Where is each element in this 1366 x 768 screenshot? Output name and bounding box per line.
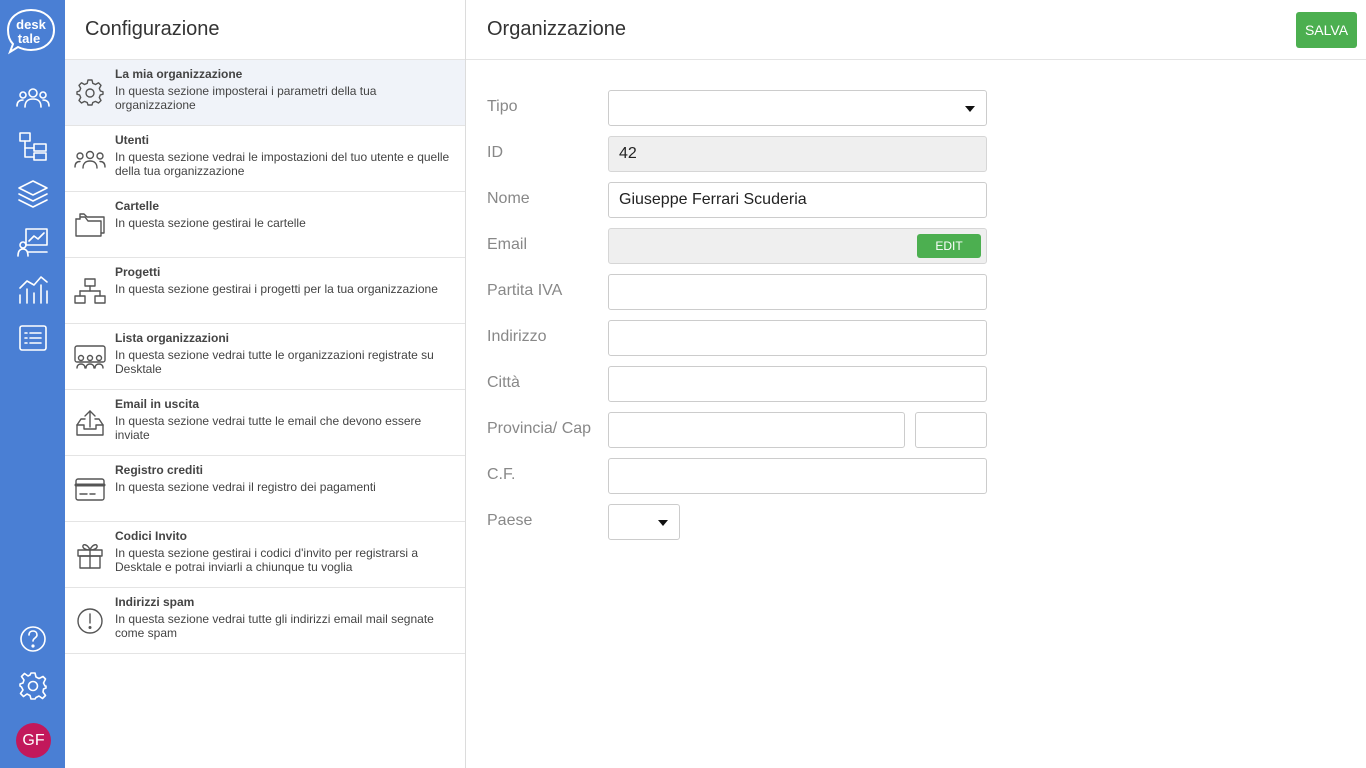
menu-item-title: Progetti xyxy=(115,265,161,279)
menu-item-my-organization[interactable]: La mia organizzazione In questa sezione … xyxy=(65,60,465,126)
main-header: Organizzazione SALVA xyxy=(466,0,1366,60)
outbox-icon xyxy=(73,407,107,439)
menu-item-folders[interactable]: Cartelle In questa sezione gestirai le c… xyxy=(65,192,465,258)
menu-item-title: Utenti xyxy=(115,133,149,147)
organization-panel: Organizzazione SALVA Tipo ID 42 Nome Giu… xyxy=(466,0,1366,768)
settings-icon[interactable] xyxy=(14,669,52,703)
logo-text-line1: desk xyxy=(16,17,46,32)
menu-item-outgoing-email[interactable]: Email in uscita In questa sezione vedrai… xyxy=(65,390,465,456)
city-input[interactable] xyxy=(608,366,987,402)
menu-item-description: In questa sezione imposterai i parametri… xyxy=(115,84,377,112)
menu-item-title: Cartelle xyxy=(115,199,160,213)
menu-item-description: In questa sezione vedrai il registro dei… xyxy=(115,480,376,494)
vat-input[interactable] xyxy=(608,274,987,310)
menu-item-spam-addresses[interactable]: Indirizzi spam In questa sezione vedrai … xyxy=(65,588,465,654)
chart-board-icon[interactable] xyxy=(14,225,52,259)
gear-icon xyxy=(73,77,107,109)
menu-item-title: Registro crediti xyxy=(115,463,204,477)
address-input[interactable] xyxy=(608,320,987,356)
tax-code-input[interactable] xyxy=(608,458,987,494)
name-input[interactable]: Giuseppe Ferrari Scuderia xyxy=(608,182,987,218)
email-label: Email xyxy=(487,236,528,253)
warning-icon xyxy=(73,605,107,637)
menu-item-users[interactable]: Utenti In questa sezione vedrai le impos… xyxy=(65,126,465,192)
menu-item-organizations-list[interactable]: Lista organizzazioni In questa sezione v… xyxy=(65,324,465,390)
organizations-icon xyxy=(73,341,107,373)
list-icon[interactable] xyxy=(14,321,52,355)
gift-icon xyxy=(73,539,107,571)
province-input[interactable] xyxy=(608,412,905,448)
id-field: 42 xyxy=(608,136,987,172)
type-label: Tipo xyxy=(487,98,518,115)
vat-label: Partita IVA xyxy=(487,282,563,299)
user-avatar[interactable]: GF xyxy=(16,723,51,758)
tax-code-label: C.F. xyxy=(487,466,516,483)
help-icon[interactable] xyxy=(14,622,52,656)
layers-icon[interactable] xyxy=(14,177,52,211)
folder-tree-icon[interactable] xyxy=(14,129,52,163)
city-label: Città xyxy=(487,374,520,391)
settings-panel: Configurazione La mia organizzazione In … xyxy=(65,0,466,768)
save-button[interactable]: SALVA xyxy=(1296,12,1357,48)
users-icon[interactable] xyxy=(14,81,52,115)
menu-item-description: In questa sezione gestirai le cartelle xyxy=(115,216,306,230)
name-label: Nome xyxy=(487,190,530,207)
country-select[interactable] xyxy=(608,504,680,540)
id-label: ID xyxy=(487,144,503,161)
settings-title: Configurazione xyxy=(65,0,465,60)
menu-item-invite-codes[interactable]: Codici Invito In questa sezione gestirai… xyxy=(65,522,465,588)
type-select[interactable] xyxy=(608,90,987,126)
country-label: Paese xyxy=(487,512,533,529)
chevron-down-icon xyxy=(658,520,668,526)
edit-email-button[interactable]: EDIT xyxy=(917,234,981,258)
email-field: EDIT xyxy=(608,228,987,264)
logo-text-line2: tale xyxy=(18,31,40,46)
menu-item-description: In questa sezione vedrai tutte le email … xyxy=(115,414,422,442)
name-value: Giuseppe Ferrari Scuderia xyxy=(619,191,807,208)
id-value: 42 xyxy=(619,145,637,162)
sitemap-icon xyxy=(73,275,107,307)
menu-item-projects[interactable]: Progetti In questa sezione gestirai i pr… xyxy=(65,258,465,324)
menu-item-title: Codici Invito xyxy=(115,529,187,543)
menu-item-description: In questa sezione vedrai tutte le organi… xyxy=(115,348,434,376)
zip-input[interactable] xyxy=(915,412,987,448)
folder-icon xyxy=(73,209,107,241)
address-label: Indirizzo xyxy=(487,328,547,345)
menu-item-credit-register[interactable]: Registro crediti In questa sezione vedra… xyxy=(65,456,465,522)
page-title: Organizzazione xyxy=(487,18,626,40)
menu-item-title: Indirizzi spam xyxy=(115,595,195,609)
menu-item-description: In questa sezione vedrai tutte gli indir… xyxy=(115,612,434,640)
chevron-down-icon xyxy=(965,106,975,112)
menu-item-title: Email in uscita xyxy=(115,397,200,411)
menu-item-description: In questa sezione gestirai i progetti pe… xyxy=(115,282,438,296)
desktale-logo[interactable]: desk tale xyxy=(6,8,56,56)
menu-item-title: Lista organizzazioni xyxy=(115,331,230,345)
credit-card-icon xyxy=(73,473,107,505)
menu-item-description: In questa sezione vedrai le impostazioni… xyxy=(115,150,450,178)
menu-item-title: La mia organizzazione xyxy=(115,67,243,81)
app-rail: desk tale GF xyxy=(0,0,65,768)
menu-item-description: In questa sezione gestirai i codici d'in… xyxy=(115,546,419,574)
users-icon xyxy=(73,143,107,175)
bar-chart-icon[interactable] xyxy=(14,273,52,307)
province-zip-label: Provincia/ Cap xyxy=(487,420,592,437)
